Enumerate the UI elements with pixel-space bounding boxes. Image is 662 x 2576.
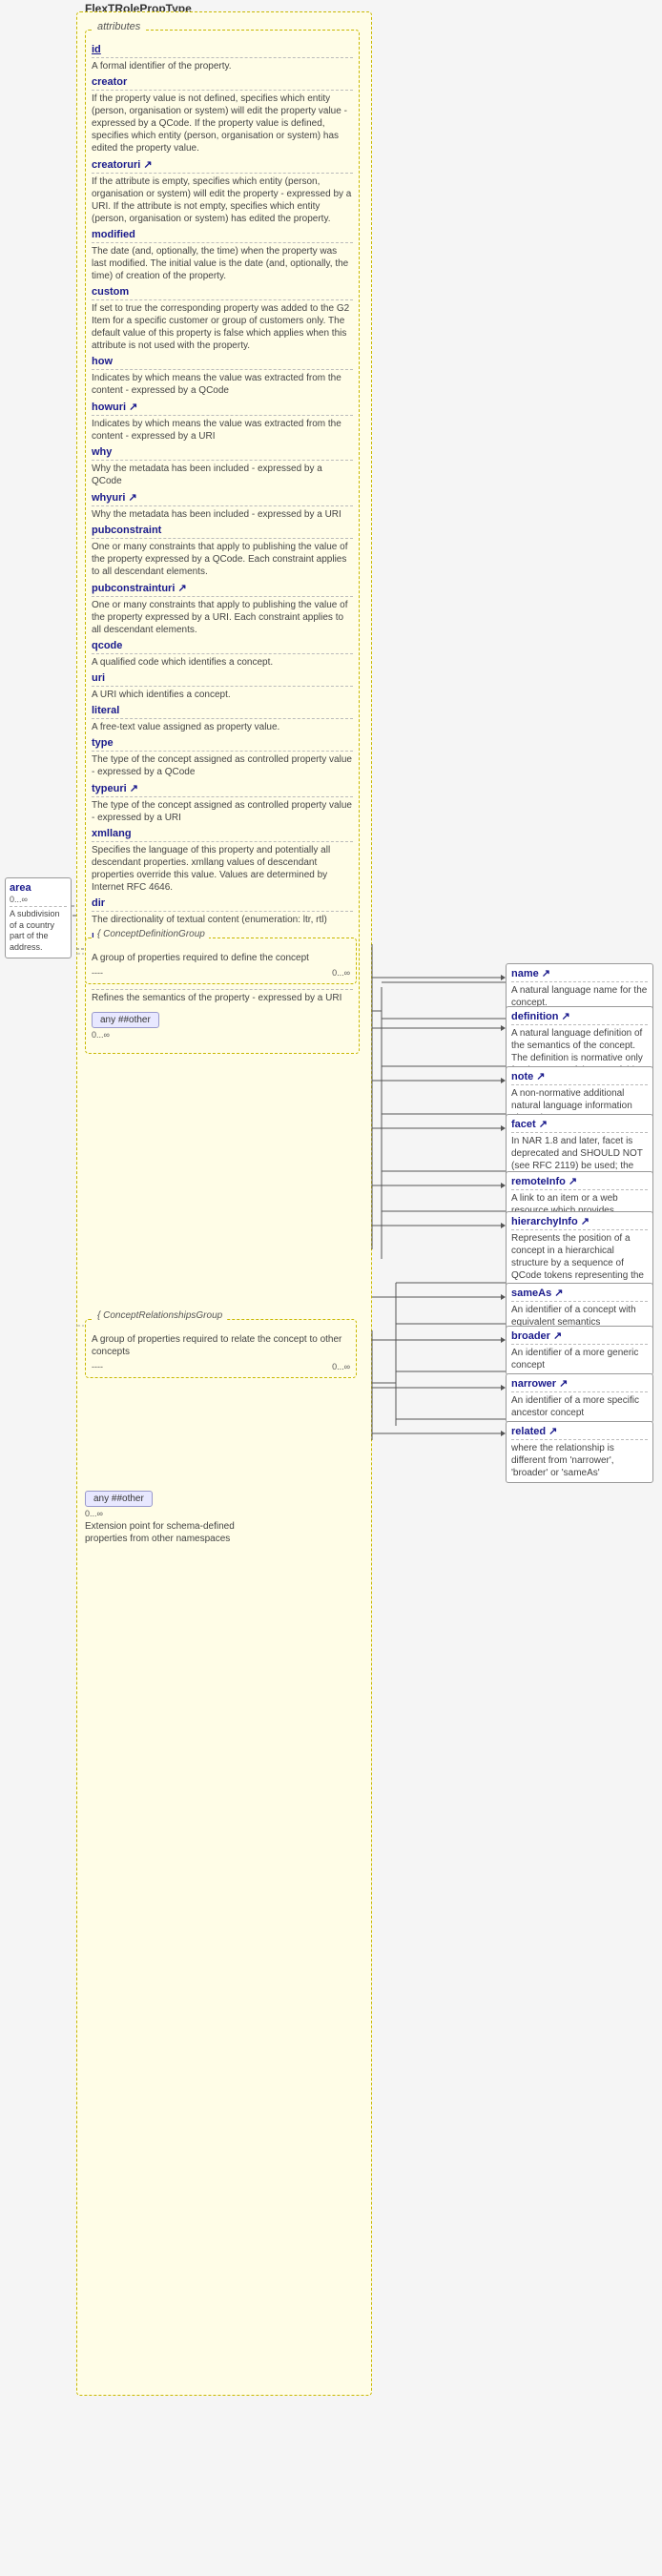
prop-modified: modified The date (and, optionally, the … [92, 229, 353, 282]
prop-qcode-name: qcode [92, 640, 353, 651]
prop-qcode-desc: A qualified code which identifies a conc… [92, 656, 353, 669]
prop-pubconstrainturi-name: pubconstrainturi ↗ [92, 582, 353, 594]
prop-uri: uri A URI which identifies a concept. [92, 672, 353, 701]
concept-rel-group-mult-right: 0...∞ [332, 1362, 350, 1371]
prop-roleuri-desc: Refines the semantics of the property - … [92, 992, 353, 1004]
prop-whyuri-name: whyuri ↗ [92, 491, 353, 504]
prop-typeuri-name: typeuri ↗ [92, 782, 353, 794]
prop-xmllang-name: xmllang [92, 828, 353, 839]
prop-custom-name: custom [92, 286, 353, 298]
prop-typeuri: typeuri ↗ The type of the concept assign… [92, 782, 353, 824]
any-other-label: any ##other [92, 1012, 159, 1028]
prop-modified-name: modified [92, 229, 353, 240]
main-box: attributes id A formal identifier of the… [76, 11, 372, 2396]
concept-def-group-box: { ConceptDefinitionGroup A group of prop… [85, 938, 357, 984]
prop-creator-name: creator [92, 76, 353, 88]
any-other-bottom: any ##other 0...∞ Extension point for sc… [85, 1491, 276, 1545]
prop-how: how Indicates by which means the value w… [92, 356, 353, 397]
prop-xmllang-desc: Specifies the language of this property … [92, 844, 353, 894]
prop-modified-desc: The date (and, optionally, the time) whe… [92, 245, 353, 282]
prop-literal: literal A free-text value assigned as pr… [92, 705, 353, 733]
prop-id-name: id [92, 44, 353, 55]
area-multiplicity: 0...∞ [10, 895, 67, 904]
prop-pubconstrainturi: pubconstrainturi ↗ One or many constrain… [92, 582, 353, 636]
prop-pubconstraint-desc: One or many constraints that apply to pu… [92, 541, 353, 578]
prop-xmllang: xmllang Specifies the language of this p… [92, 828, 353, 894]
attributes-box: attributes id A formal identifier of the… [85, 30, 360, 1054]
any-other-bottom-desc: Extension point for schema-defined prope… [85, 1520, 276, 1545]
right-note-label: note ↗ [511, 1070, 648, 1082]
prop-howuri-desc: Indicates by which means the value was e… [92, 418, 353, 443]
any-other-bottom-label: any ##other [85, 1491, 153, 1507]
prop-pubconstraint: pubconstraint One or many constraints th… [92, 525, 353, 578]
prop-howuri-name: howuri ↗ [92, 401, 353, 413]
right-related-box: related ↗ where the relationship is diff… [506, 1421, 653, 1483]
right-name-label: name ↗ [511, 967, 648, 979]
right-narrower-box: narrower ↗ An identifier of a more speci… [506, 1373, 653, 1423]
prop-creatoruri: creatoruri ↗ If the attribute is empty, … [92, 158, 353, 225]
prop-why: why Why the metadata has been included -… [92, 446, 353, 487]
prop-whyuri-desc: Why the metadata has been included - exp… [92, 508, 353, 521]
right-broader-box: broader ↗ An identifier of a more generi… [506, 1326, 653, 1375]
concept-def-group-label: { ConceptDefinitionGroup [93, 929, 209, 939]
concept-rel-group-box: { ConceptRelationshipsGroup A group of p… [85, 1319, 357, 1378]
right-broader-label: broader ↗ [511, 1329, 648, 1342]
prop-id: id A formal identifier of the property. [92, 44, 353, 72]
concept-def-group-mult-left: ---- [92, 968, 103, 978]
area-name: area [10, 882, 67, 894]
prop-why-desc: Why the metadata has been included - exp… [92, 463, 353, 487]
prop-literal-name: literal [92, 705, 353, 716]
prop-custom: custom If set to true the corresponding … [92, 286, 353, 352]
prop-how-name: how [92, 356, 353, 367]
prop-why-name: why [92, 446, 353, 458]
area-desc: A subdivision of a country part of the a… [10, 909, 67, 954]
concept-rel-group-desc: A group of properties required to relate… [92, 1333, 350, 1358]
prop-how-desc: Indicates by which means the value was e… [92, 372, 353, 397]
prop-dir: dir The directionality of textual conten… [92, 897, 353, 926]
prop-dir-desc: The directionality of textual content (e… [92, 914, 353, 926]
prop-creatoruri-desc: If the attribute is empty, specifies whi… [92, 175, 353, 225]
area-box: area 0...∞ A subdivision of a country pa… [5, 877, 72, 958]
prop-creatoruri-name: creatoruri ↗ [92, 158, 353, 171]
prop-pubconstraint-name: pubconstraint [92, 525, 353, 536]
right-definition-label: definition ↗ [511, 1010, 648, 1022]
right-remoteinfo-label: remoteInfo ↗ [511, 1175, 648, 1187]
right-sameas-label: sameAs ↗ [511, 1287, 648, 1299]
prop-type: type The type of the concept assigned as… [92, 737, 353, 778]
concept-def-group-desc: A group of properties required to define… [92, 952, 350, 964]
concept-rel-group-mult-left: ---- [92, 1362, 103, 1371]
concept-rel-group-label: { ConceptRelationshipsGroup [93, 1310, 226, 1321]
diagram-container: FlexTRolePropType attributes id A formal… [0, 0, 662, 2576]
prop-type-name: type [92, 737, 353, 749]
prop-uri-desc: A URI which identifies a concept. [92, 689, 353, 701]
prop-custom-desc: If set to true the corresponding propert… [92, 302, 353, 352]
attributes-label: attributes [93, 21, 144, 32]
prop-creator-desc: If the property value is not defined, sp… [92, 93, 353, 155]
prop-qcode: qcode A qualified code which identifies … [92, 640, 353, 669]
prop-howuri: howuri ↗ Indicates by which means the va… [92, 401, 353, 443]
prop-typeuri-desc: The type of the concept assigned as cont… [92, 799, 353, 824]
prop-literal-desc: A free-text value assigned as property v… [92, 721, 353, 733]
prop-uri-name: uri [92, 672, 353, 684]
prop-whyuri: whyuri ↗ Why the metadata has been inclu… [92, 491, 353, 521]
prop-id-desc: A formal identifier of the property. [92, 60, 353, 72]
any-other-attributes: any ##other 0...∞ [92, 1012, 353, 1040]
prop-pubconstrainturi-desc: One or many constraints that apply to pu… [92, 599, 353, 636]
prop-creator: creator If the property value is not def… [92, 76, 353, 155]
concept-def-group-mult-right: 0...∞ [332, 968, 350, 978]
right-hierarchyinfo-label: hierarchyInfo ↗ [511, 1215, 648, 1227]
right-facet-label: facet ↗ [511, 1118, 648, 1130]
prop-dir-name: dir [92, 897, 353, 909]
right-related-label: related ↗ [511, 1425, 648, 1437]
right-broader-desc: An identifier of a more generic concept [511, 1347, 648, 1371]
right-narrower-label: narrower ↗ [511, 1377, 648, 1390]
right-related-desc: where the relationship is different from… [511, 1442, 648, 1479]
right-narrower-desc: An identifier of a more specific ancesto… [511, 1394, 648, 1419]
prop-type-desc: The type of the concept assigned as cont… [92, 753, 353, 778]
